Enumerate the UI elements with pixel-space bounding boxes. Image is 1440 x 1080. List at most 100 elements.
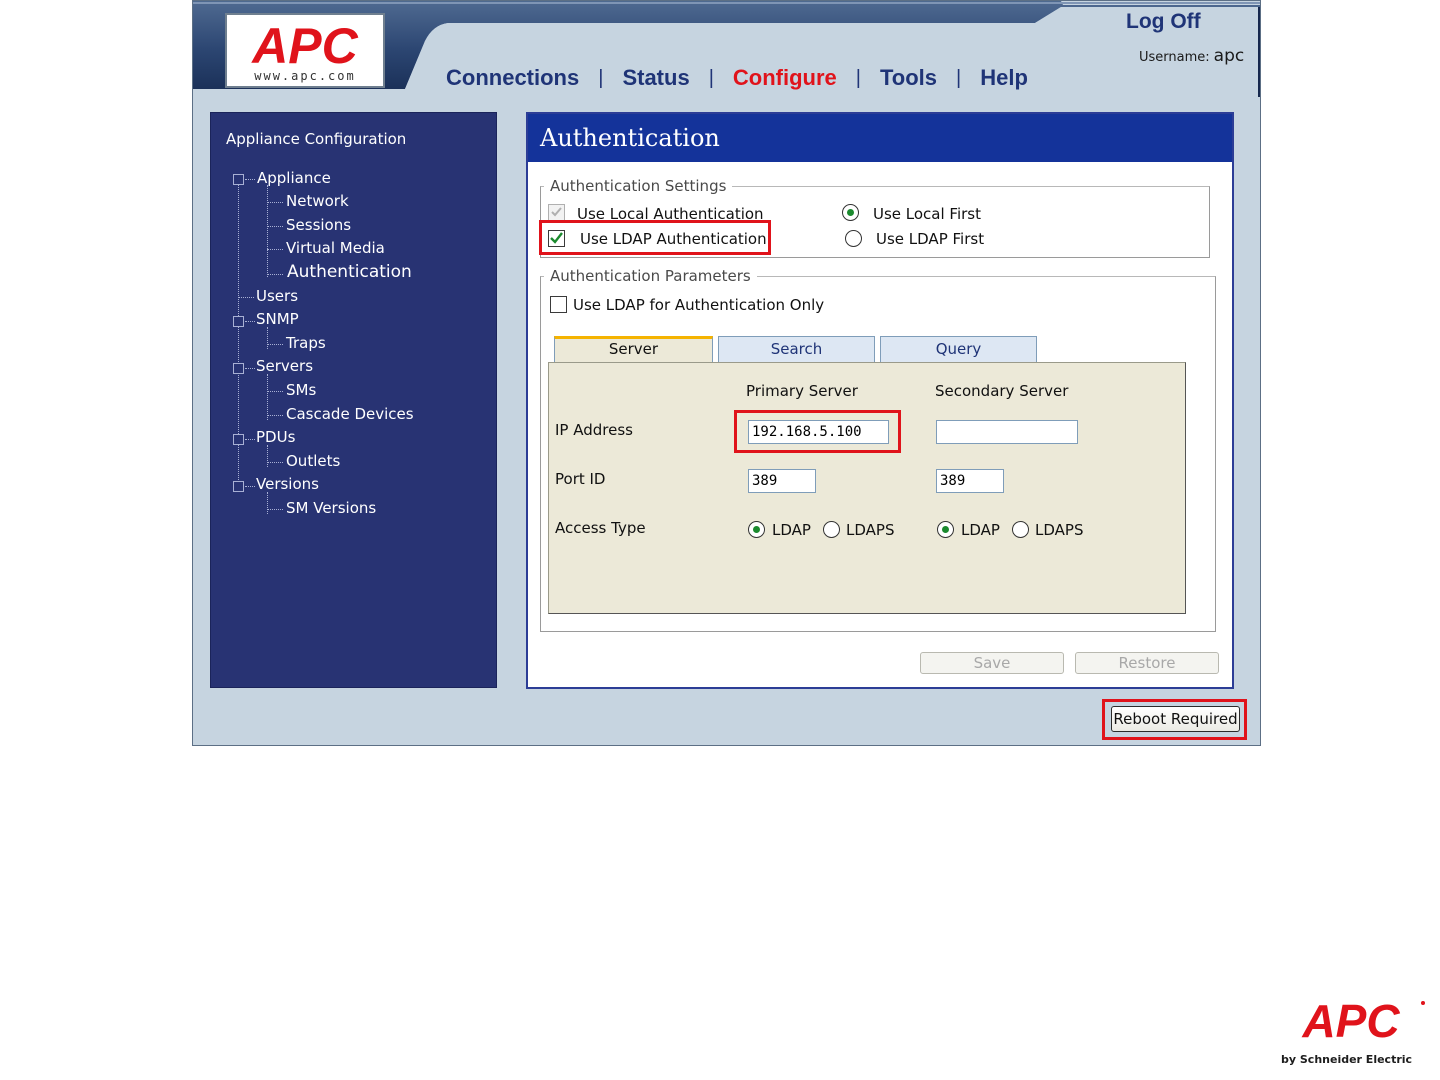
reboot-required-button[interactable]: Reboot Required: [1111, 706, 1240, 732]
username-label: Username:: [1139, 50, 1210, 65]
nav-status[interactable]: Status: [622, 65, 689, 91]
tree-line: [245, 321, 255, 322]
nav-configure[interactable]: Configure: [733, 65, 837, 91]
tree-line: [267, 344, 283, 345]
primary-ip-input[interactable]: [748, 420, 889, 444]
primary-ldap-label: LDAP: [772, 521, 811, 539]
sidebar-item-outlets[interactable]: Outlets: [286, 452, 340, 470]
tree-expander[interactable]: [233, 316, 244, 327]
nav-separator: |: [855, 66, 861, 89]
tree-line: [245, 179, 255, 180]
sidebar-item-appliance[interactable]: Appliance: [257, 169, 331, 187]
page-title: Authentication: [528, 114, 1232, 162]
ldap-only-checkbox[interactable]: [550, 296, 567, 313]
tree-line: [267, 391, 283, 392]
use-local-auth-checkbox[interactable]: [548, 204, 565, 221]
auth-params-legend: Authentication Parameters: [544, 267, 757, 285]
username-display: Username: apc: [1139, 46, 1244, 66]
tree-expander[interactable]: [233, 174, 244, 185]
tree-line: [267, 415, 283, 416]
brand-logo-text: APC: [1301, 995, 1400, 1047]
use-ldap-auth-checkbox[interactable]: [548, 230, 565, 247]
tree-line: [267, 226, 283, 227]
apc-logo: APC www.apc.com: [225, 13, 385, 88]
logo-url: www.apc.com: [254, 69, 355, 83]
secondary-server-header: Secondary Server: [935, 382, 1069, 400]
sidebar-item-snmp[interactable]: SNMP: [256, 310, 299, 328]
use-ldap-first-label: Use LDAP First: [876, 230, 985, 248]
tree-line: [267, 202, 283, 203]
ldap-only-label: Use LDAP for Authentication Only: [573, 296, 825, 314]
sidebar-item-cascade-devices[interactable]: Cascade Devices: [286, 405, 414, 423]
sidebar-item-traps[interactable]: Traps: [286, 334, 326, 352]
port-id-label: Port ID: [555, 470, 606, 488]
tree-line: [245, 368, 255, 369]
nav-connections[interactable]: Connections: [446, 65, 579, 91]
apc-schneider-logo: APC by Schneider Electric: [1279, 995, 1427, 1067]
main-nav: Connections | Status | Configure | Tools…: [446, 63, 1028, 93]
save-button[interactable]: Save: [920, 652, 1064, 674]
checkmark-icon: [550, 232, 563, 244]
log-off-link[interactable]: Log Off: [1126, 10, 1201, 34]
sidebar-item-versions[interactable]: Versions: [256, 475, 319, 493]
checkmark-icon: [551, 207, 562, 217]
use-local-auth-label: Use Local Authentication: [577, 205, 764, 223]
secondary-ldap-label: LDAP: [961, 521, 1000, 539]
authentication-panel: Authentication Authentication Settings U…: [526, 112, 1234, 689]
nav-separator: |: [956, 66, 962, 89]
tree-line: [245, 439, 255, 440]
server-tab-content: Primary Server Secondary Server IP Addre…: [548, 362, 1186, 614]
sidebar-item-sessions[interactable]: Sessions: [286, 216, 351, 234]
secondary-ip-input[interactable]: [936, 420, 1078, 444]
tree-line: [267, 274, 283, 275]
access-type-label: Access Type: [555, 519, 646, 537]
primary-ldaps-label: LDAPS: [846, 521, 895, 539]
secondary-ldaps-label: LDAPS: [1035, 521, 1084, 539]
auth-settings-legend: Authentication Settings: [544, 177, 733, 195]
use-ldap-first-radio[interactable]: [845, 230, 862, 247]
nav-separator: |: [598, 66, 604, 89]
sidebar-item-virtual-media[interactable]: Virtual Media: [286, 239, 385, 257]
nav-help[interactable]: Help: [980, 65, 1028, 91]
sidebar-item-network[interactable]: Network: [286, 192, 349, 210]
nav-tools[interactable]: Tools: [880, 65, 937, 91]
sidebar-item-users[interactable]: Users: [256, 287, 298, 305]
sidebar-item-authentication[interactable]: Authentication: [287, 262, 412, 282]
tab-server[interactable]: Server: [554, 336, 713, 362]
app-window: APC www.apc.com Connections | Status | C…: [192, 0, 1261, 746]
sidebar-item-servers[interactable]: Servers: [256, 357, 313, 375]
tree-line: [267, 445, 268, 467]
secondary-ldaps-radio[interactable]: [1012, 521, 1029, 538]
secondary-port-input[interactable]: [936, 469, 1004, 493]
tree-line: [267, 327, 268, 349]
sidebar-item-sms[interactable]: SMs: [286, 381, 316, 399]
tree-line: [267, 492, 268, 514]
nav-separator: |: [708, 66, 714, 89]
use-local-first-radio[interactable]: [842, 204, 859, 221]
brand-byline: by Schneider Electric: [1281, 1053, 1412, 1066]
tree-line: [267, 374, 268, 420]
tab-search[interactable]: Search: [718, 336, 875, 362]
username-value: apc: [1213, 46, 1245, 66]
primary-port-input[interactable]: [748, 469, 816, 493]
use-ldap-auth-label: Use LDAP Authentication: [580, 230, 767, 248]
sidebar: Appliance Configuration Appliance Networ…: [210, 112, 497, 688]
primary-server-header: Primary Server: [746, 382, 858, 400]
tab-query[interactable]: Query: [880, 336, 1037, 362]
tree-line: [267, 249, 283, 250]
tree-expander[interactable]: [233, 363, 244, 374]
restore-button[interactable]: Restore: [1075, 652, 1219, 674]
tree-line: [267, 185, 268, 277]
tree-expander[interactable]: [233, 481, 244, 492]
sidebar-item-pdus[interactable]: PDUs: [256, 428, 295, 446]
tree-line: [267, 462, 283, 463]
tree-expander[interactable]: [233, 434, 244, 445]
primary-ldap-radio[interactable]: [748, 521, 765, 538]
logo-text: APC: [250, 18, 358, 74]
primary-ldaps-radio[interactable]: [823, 521, 840, 538]
ip-address-label: IP Address: [555, 421, 633, 439]
config-tree: Appliance Network Sessions Virtual Media…: [211, 113, 496, 687]
use-local-first-label: Use Local First: [873, 205, 982, 223]
sidebar-item-sm-versions[interactable]: SM Versions: [286, 499, 376, 517]
secondary-ldap-radio[interactable]: [937, 521, 954, 538]
